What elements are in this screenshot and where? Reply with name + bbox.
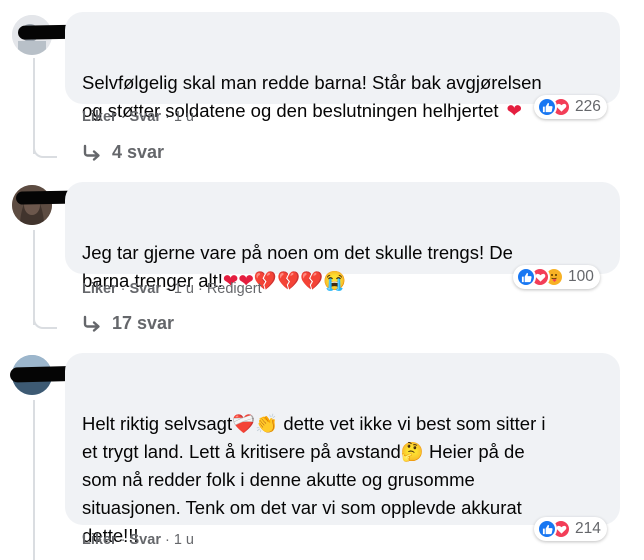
thread-hook-2	[33, 313, 57, 329]
view-replies-2[interactable]: 17 svar	[82, 313, 174, 334]
like-link-1[interactable]: Liker	[82, 109, 117, 125]
timestamp-1[interactable]: 1 u	[174, 109, 194, 125]
thumbs-up-icon	[516, 267, 536, 287]
comment-actions-3: Liker · Svar · 1 u	[82, 532, 194, 548]
reaction-count-1: 226	[575, 98, 601, 115]
timestamp-2[interactable]: 1 u	[174, 281, 194, 297]
thumbs-up-icon	[537, 519, 557, 539]
thread-line-2	[33, 230, 35, 325]
like-link-2[interactable]: Liker	[82, 281, 117, 297]
view-replies-1[interactable]: 4 svar	[82, 142, 164, 163]
comment-text-3: Helt riktig selvsagt❤‍🩹👏 dette vet ikke …	[82, 382, 546, 550]
comment-actions-2: Liker · Svar · 1 u · Redigert	[82, 281, 262, 297]
reactions-summary-3[interactable]: 214	[534, 517, 607, 541]
thread-line-1	[33, 58, 35, 154]
reaction-count-2: 100	[568, 268, 594, 285]
like-link-3[interactable]: Liker	[82, 532, 117, 548]
thread-hook-1	[33, 142, 57, 158]
thumbs-up-icon	[537, 97, 557, 117]
thinking-face-emoji: 🤔	[400, 441, 424, 462]
reply-link-1[interactable]: Svar	[130, 109, 161, 125]
thread-line-3	[33, 400, 35, 560]
comment-body-3a: Helt riktig selvsagt	[82, 413, 233, 434]
mending-heart-clap-emoji: ❤‍🩹👏	[232, 413, 279, 434]
comment-actions-1: Liker · Svar · 1 u	[82, 109, 194, 125]
reactions-summary-1[interactable]: 226	[534, 95, 607, 119]
edited-label: Redigert	[206, 281, 262, 297]
timestamp-3[interactable]: 1 u	[174, 532, 194, 548]
reply-arrow-icon	[83, 144, 100, 161]
reactions-summary-2[interactable]: 100	[513, 265, 600, 289]
reply-link-2[interactable]: Svar	[130, 281, 161, 297]
reply-link-3[interactable]: Svar	[130, 532, 161, 548]
heart-emoji: ❤	[506, 100, 523, 121]
reply-arrow-icon	[83, 315, 100, 332]
reaction-count-3: 214	[575, 520, 601, 537]
replies-count-1: 4 svar	[112, 142, 165, 162]
replies-count-2: 17 svar	[112, 313, 175, 333]
